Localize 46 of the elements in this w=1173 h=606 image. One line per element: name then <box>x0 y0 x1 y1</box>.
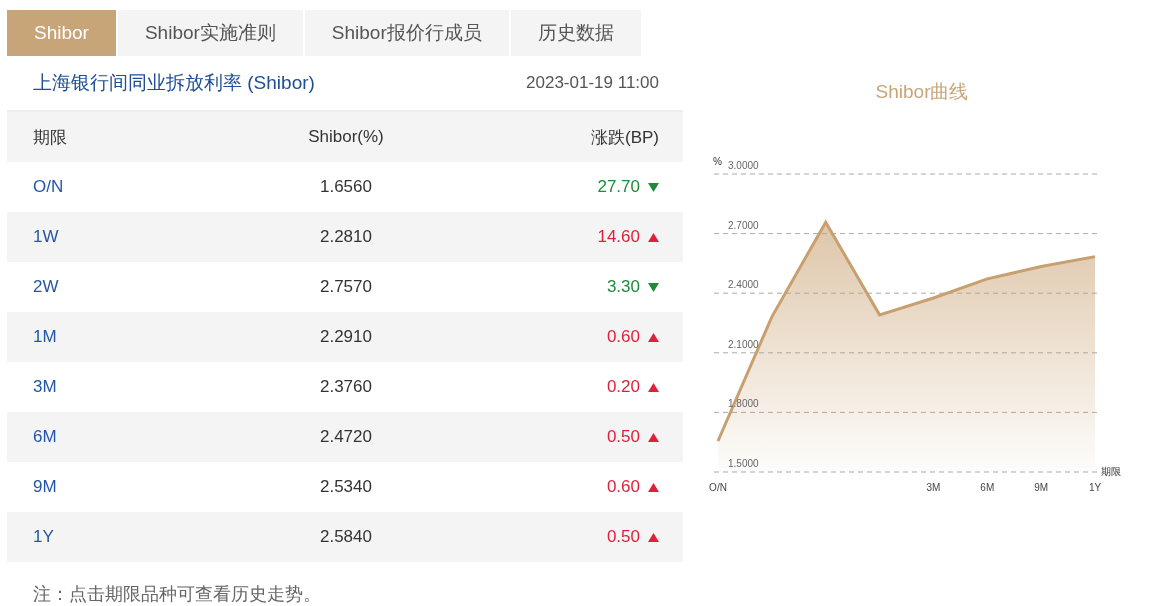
column-header: 期限 <box>33 126 68 149</box>
table-title: 上海银行间同业拆放利率 (Shibor) <box>33 71 315 95</box>
x-tick-label: 6M <box>980 482 995 493</box>
rate-cell: 2.5840 <box>320 527 372 547</box>
chart-title: Shibor曲线 <box>874 80 970 104</box>
y-axis-label: % <box>713 156 722 167</box>
change-value: 0.50 <box>606 427 640 447</box>
tab[interactable]: Shibor报价行成员 <box>304 10 509 56</box>
term-link[interactable]: 9M <box>33 477 242 497</box>
x-tick-label: 1Y <box>1088 482 1102 493</box>
column-header: 涨跌(BP) <box>591 126 659 149</box>
rate-cell: 2.2910 <box>320 327 372 347</box>
change-value: 0.50 <box>606 527 640 547</box>
term-link[interactable]: 6M <box>33 427 242 447</box>
rate-cell: 2.7570 <box>320 277 372 297</box>
term-link[interactable]: 1Y <box>33 527 242 547</box>
column-header: Shibor(%) <box>308 127 384 147</box>
tab[interactable]: 历史数据 <box>510 10 641 56</box>
change-value: 27.70 <box>597 177 640 197</box>
change-value: 14.60 <box>597 227 640 247</box>
x-tick-label: 9M <box>1034 482 1049 493</box>
rate-cell: 2.5340 <box>320 477 372 497</box>
change-value: 0.60 <box>606 477 640 497</box>
term-link[interactable]: 1M <box>33 327 242 347</box>
rate-cell: 2.4720 <box>320 427 372 447</box>
term-link[interactable]: 1W <box>33 227 242 247</box>
term-link[interactable]: O/N <box>33 177 242 197</box>
x-axis-label: 期限 <box>1101 466 1121 477</box>
rate-cell: 2.2810 <box>320 227 372 247</box>
rate-cell: 1.6560 <box>320 177 372 197</box>
note-text: 注：点击期限品种可查看历史走势。 <box>33 583 322 606</box>
y-tick-label: 2.1000 <box>728 338 759 350</box>
tab[interactable]: Shibor实施准则 <box>117 10 303 56</box>
change-value: 0.20 <box>606 377 640 397</box>
y-tick-label: 3.0000 <box>728 160 759 171</box>
x-tick-label: O/N <box>709 482 727 493</box>
y-tick-label: 2.7000 <box>728 219 759 231</box>
change-value: 3.30 <box>606 277 640 297</box>
y-tick-label: 1.5000 <box>728 458 759 469</box>
term-link[interactable]: 3M <box>33 377 242 397</box>
rate-cell: 2.3760 <box>320 377 372 397</box>
change-value: 0.60 <box>606 327 640 347</box>
timestamp: 2023-01-19 11:00 <box>526 73 659 93</box>
x-tick-label: 3M <box>926 482 941 493</box>
y-tick-label: 2.4000 <box>728 279 759 291</box>
term-link[interactable]: 2W <box>33 277 242 297</box>
